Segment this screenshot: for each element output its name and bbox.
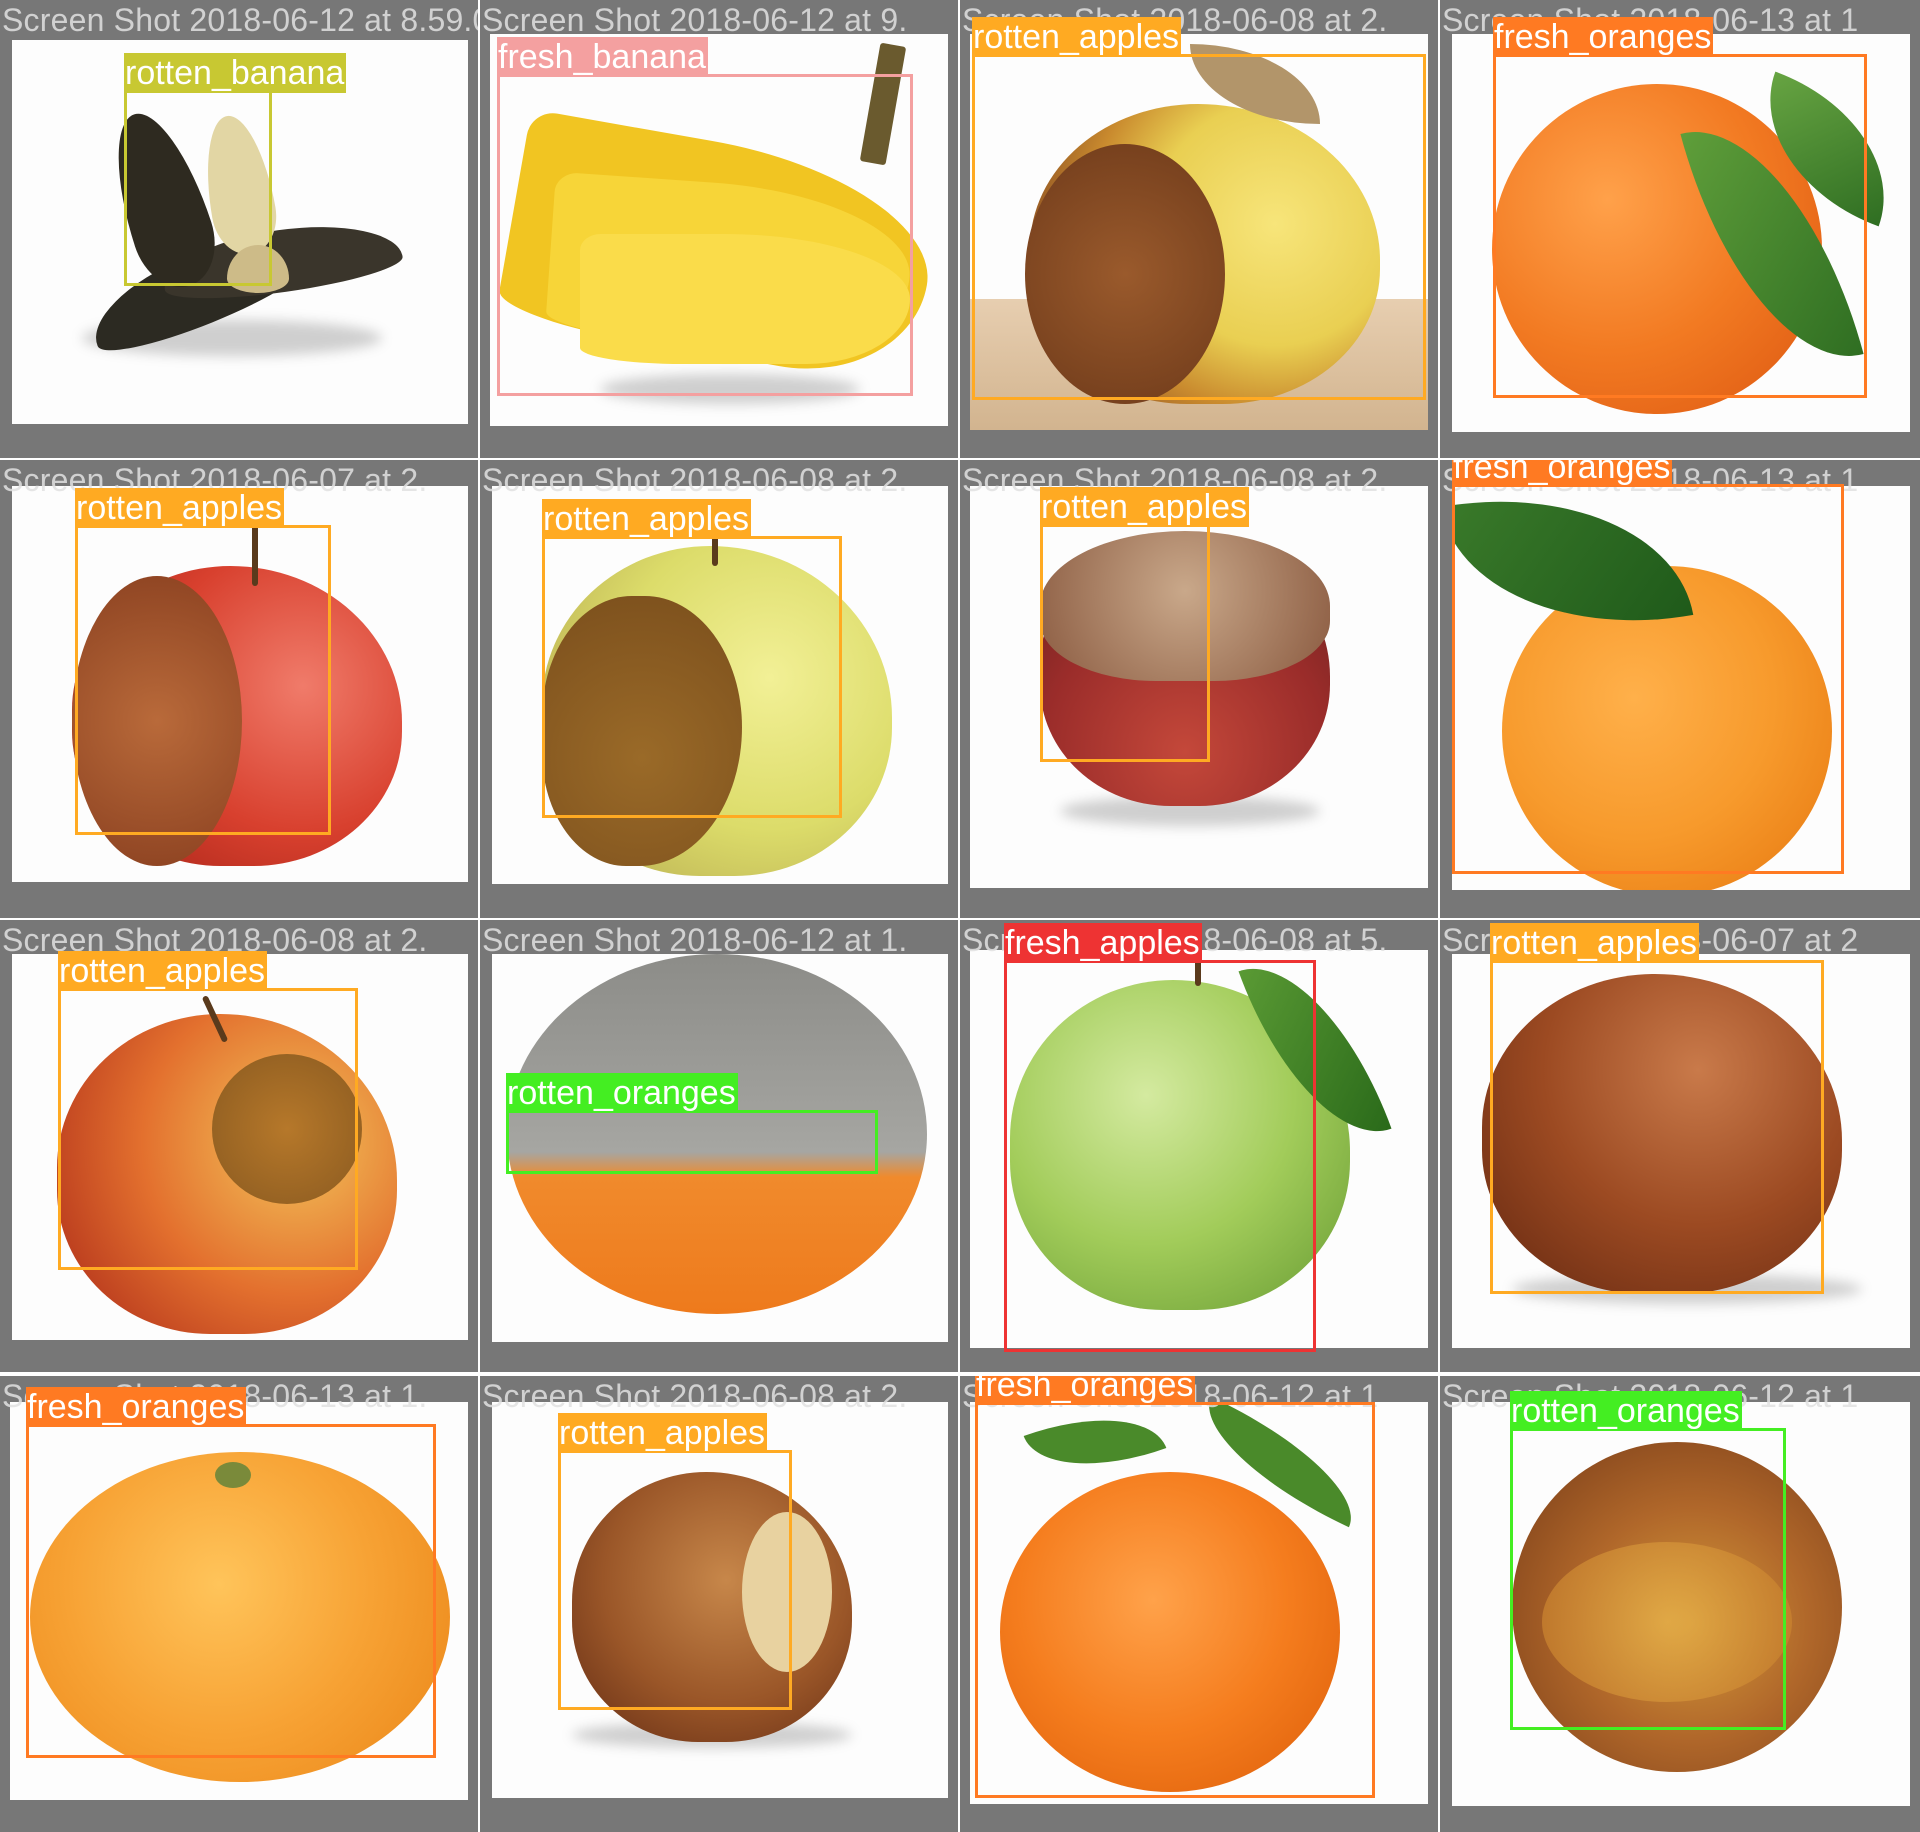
box-label: fresh_oranges [1493, 17, 1714, 57]
tile-7: Screen Shot 2018-06-08 at 2. rotten_appl… [960, 460, 1438, 918]
box-label: rotten_oranges [1510, 1391, 1742, 1431]
detection-grid: Screen Shot 2018-06-12 at 8.59.02 PM.png… [0, 0, 1920, 1832]
bounding-box: rotten_apples [1490, 923, 1824, 1294]
tile-16: Screen Shot 2018-06-12 at 1 rotten_orang… [1440, 1376, 1920, 1832]
box-label: rotten_apples [1040, 487, 1250, 527]
box-label: rotten_banana [124, 53, 347, 93]
box-label: rotten_apples [558, 1413, 768, 1453]
box-label: rotten_apples [58, 951, 268, 991]
box-label: fresh_oranges [1452, 460, 1673, 487]
bounding-box: rotten_banana [124, 53, 347, 286]
box-label: fresh_oranges [975, 1376, 1196, 1405]
bounding-box: rotten_apples [972, 17, 1426, 400]
tile-12: Screen Shot 2018-06-07 at 2 rotten_apple… [1440, 920, 1920, 1372]
tile-8: Screen Shot 2018-06-13 at 1 fresh_orange… [1440, 460, 1920, 918]
bounding-box: fresh_oranges [1452, 460, 1844, 874]
bounding-box: rotten_oranges [1510, 1391, 1786, 1730]
box-label: rotten_oranges [506, 1073, 738, 1113]
bounding-box: rotten_apples [1040, 487, 1250, 762]
tile-15: Screen Shot 2018-06-12 at 1 fresh_orange… [960, 1376, 1438, 1832]
bounding-box: rotten_oranges [506, 1073, 878, 1174]
tile-13: Screen Shot 2018-06-13 at 1. fresh_orang… [0, 1376, 478, 1832]
box-label: rotten_apples [972, 17, 1182, 57]
bounding-box: fresh_oranges [26, 1387, 436, 1758]
tile-9: Screen Shot 2018-06-08 at 2. rotten_appl… [0, 920, 478, 1372]
tile-3: Screen Shot 2018-06-08 at 2. rotten_appl… [960, 0, 1438, 458]
bounding-box: fresh_oranges [975, 1376, 1375, 1798]
bounding-box: rotten_apples [75, 488, 331, 835]
filename-text: Screen Shot 2018-06-08 at 2. [482, 462, 908, 498]
bounding-box: fresh_banana [497, 37, 913, 396]
box-label: rotten_apples [75, 488, 285, 528]
tile-2: Screen Shot 2018-06-12 at 9. fresh_banan… [480, 0, 958, 458]
tile-6: Screen Shot 2018-06-08 at 2. rotten_appl… [480, 460, 958, 918]
filename-text: Screen Shot 2018-06-12 at 1. [482, 922, 908, 958]
box-label: fresh_banana [497, 37, 708, 77]
tile-1: Screen Shot 2018-06-12 at 8.59.02 PM.png… [0, 0, 478, 458]
box-label: fresh_apples [1004, 923, 1202, 963]
filename-text: Screen Shot 2018-06-08 at 2. [482, 1378, 908, 1414]
tile-4: Screen Shot 2018-06-13 at 1 fresh_orange… [1440, 0, 1920, 458]
bounding-box: rotten_apples [558, 1413, 792, 1710]
tile-11: Screen Shot 2018-06-08 at 5. fresh_apple… [960, 920, 1438, 1372]
tile-10: Screen Shot 2018-06-12 at 1. rotten_oran… [480, 920, 958, 1372]
bounding-box: fresh_apples [1004, 923, 1316, 1352]
filename-text: Screen Shot 2018-06-12 at 8.59.02 PM.png [2, 2, 478, 38]
bounding-box: rotten_apples [58, 951, 358, 1270]
bounding-box: rotten_apples [542, 499, 842, 818]
box-label: rotten_apples [1490, 923, 1700, 963]
filename-text: Screen Shot 2018-06-12 at 9. [482, 2, 908, 38]
box-label: fresh_oranges [26, 1387, 247, 1427]
bounding-box: fresh_oranges [1493, 17, 1867, 398]
tile-14: Screen Shot 2018-06-08 at 2. rotten_appl… [480, 1376, 958, 1832]
tile-5: Screen Shot 2018-06-07 at 2. rotten_appl… [0, 460, 478, 918]
box-label: rotten_apples [542, 499, 752, 539]
